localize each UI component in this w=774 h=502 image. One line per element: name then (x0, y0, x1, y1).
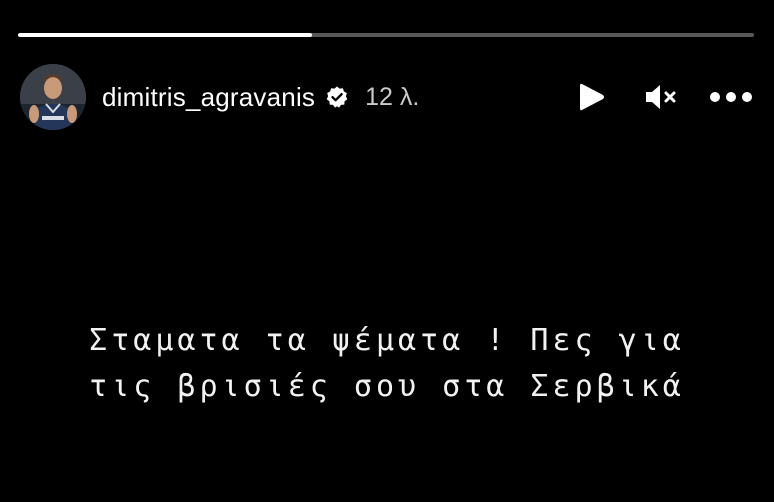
post-timestamp: 12 λ. (365, 82, 420, 111)
play-button[interactable] (568, 74, 614, 120)
more-options-icon (710, 92, 752, 102)
story-progress-bar (18, 33, 754, 37)
username[interactable]: dimitris_agravanis (102, 82, 315, 113)
story-viewer: dimitris_agravanis 12 λ. Σταματα τα ψέμα… (0, 0, 774, 502)
verified-badge-icon (325, 85, 349, 109)
caption-line-2: τις βρισιές σου στα Σερβικά (89, 369, 685, 404)
caption-line-1: Σταματα τα ψέματα ! Πες για (89, 323, 685, 358)
play-icon (580, 83, 604, 111)
more-options-button[interactable] (708, 74, 754, 120)
story-header: dimitris_agravanis 12 λ. (20, 64, 419, 130)
avatar[interactable] (20, 64, 86, 130)
story-controls (568, 74, 754, 120)
story-caption: Σταματα τα ψέματα ! Πες για τις βρισιές … (0, 318, 774, 410)
muted-speaker-icon (646, 85, 676, 109)
story-progress-fill (18, 33, 313, 37)
mute-toggle-button[interactable] (638, 74, 684, 120)
